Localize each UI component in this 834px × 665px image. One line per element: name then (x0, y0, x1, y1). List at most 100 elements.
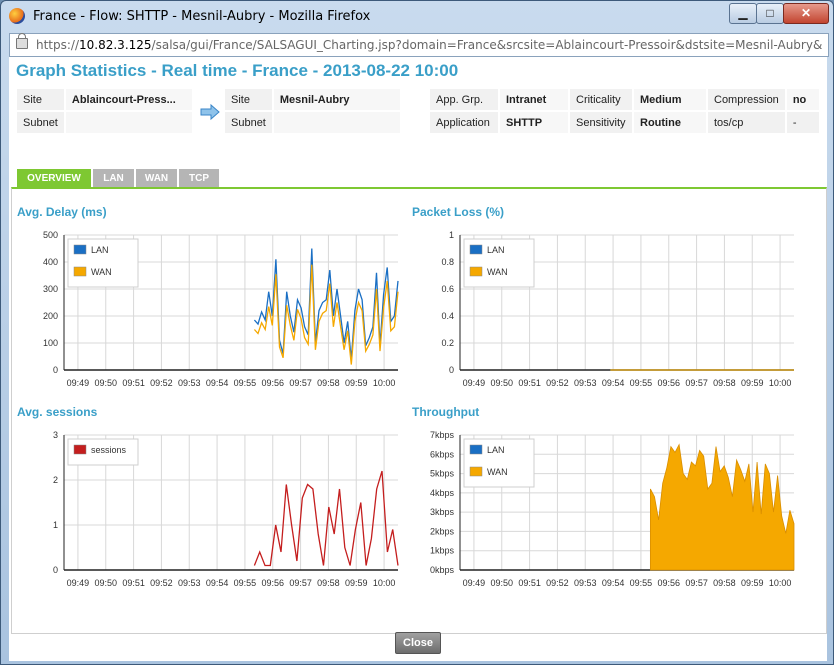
url-text[interactable]: https://10.82.3.125/salsa/gui/France/SAL… (36, 38, 822, 52)
x-tick-label: 09:50 (490, 578, 513, 588)
y-tick-label: 4kbps (430, 488, 455, 498)
compression-value: no (786, 89, 819, 110)
window-title: France - Flow: SHTTP - Mesnil-Aubry - Mo… (33, 9, 371, 24)
y-tick-label: 7kbps (430, 430, 455, 440)
tab-overview[interactable]: OVERVIEW (17, 169, 91, 189)
tab-wan[interactable]: WAN (136, 169, 177, 189)
address-bar[interactable]: https://10.82.3.125/salsa/gui/France/SAL… (9, 33, 829, 57)
sensitivity-value: Routine (634, 112, 706, 133)
y-tick-label: 200 (43, 311, 58, 321)
source-subnet-label: Subnet (17, 112, 64, 133)
legend-swatch-sessions (73, 444, 87, 455)
x-tick-label: 09:50 (94, 578, 117, 588)
tab-lan[interactable]: LAN (93, 169, 134, 189)
x-tick-label: 09:51 (518, 578, 541, 588)
y-tick-label: 300 (43, 284, 58, 294)
minimize-button[interactable]: ▁ (729, 3, 757, 24)
dest-subnet-label: Subnet (225, 112, 272, 133)
x-tick-label: 09:53 (178, 378, 201, 388)
x-tick-label: 10:00 (769, 578, 792, 588)
source-subnet-value (65, 112, 192, 133)
loss-chart-title: Packet Loss (%) (412, 205, 505, 219)
x-tick-label: 09:56 (657, 378, 680, 388)
x-tick-label: 09:51 (122, 578, 145, 588)
x-tick-label: 09:54 (602, 378, 625, 388)
y-tick-label: 6kbps (430, 449, 455, 459)
x-tick-label: 09:55 (630, 378, 653, 388)
source-site-value: Ablaincourt-Press... (65, 89, 192, 110)
legend-swatch-wan (469, 466, 483, 477)
x-tick-label: 09:54 (602, 578, 625, 588)
lock-icon (16, 33, 28, 49)
x-tick-label: 10:00 (769, 378, 792, 388)
y-tick-label: 400 (43, 257, 58, 267)
y-tick-label: 0 (53, 565, 58, 575)
dest-site-value: Mesnil-Aubry (273, 89, 400, 110)
legend-label-sessions: sessions (91, 445, 127, 455)
sessions-chart: 0 1 2 3 09:49 09:50 09:51 09:52 09:53 09:54 09:55 0… (53, 430, 399, 588)
title-bar[interactable]: France - Flow: SHTTP - Mesnil-Aubry - Mo… (1, 1, 833, 31)
x-tick-label: 09:51 (122, 378, 145, 388)
close-window-button[interactable]: ✕ (783, 3, 829, 24)
y-tick-label: 2kbps (430, 526, 455, 536)
browser-window: France - Flow: SHTTP - Mesnil-Aubry - Mo… (0, 0, 834, 665)
y-tick-label: 0.8 (441, 257, 454, 267)
flow-info: App. Grp. Intranet Criticality Medium Co… (428, 87, 821, 135)
application-label: Application (430, 112, 498, 133)
x-tick-label: 09:49 (67, 578, 90, 588)
y-tick-label: 2 (53, 475, 58, 485)
sensitivity-label: Sensitivity (570, 112, 632, 133)
delay-chart: 0 100 200 300 400 500 09:49 09:50 09:51 09:52 09:5… (43, 230, 399, 388)
legend-label-lan: LAN (91, 245, 109, 255)
x-tick-label: 09:55 (234, 578, 257, 588)
legend-swatch-wan (469, 266, 483, 277)
tab-tcp[interactable]: TCP (179, 169, 219, 189)
y-tick-label: 1 (53, 520, 58, 530)
page-content: Graph Statistics - Real time - France - … (9, 57, 827, 661)
series-wan-area (649, 443, 795, 571)
x-tick-label: 09:53 (574, 578, 597, 588)
legend-swatch-wan (73, 266, 87, 277)
toscp-label: tos/cp (708, 112, 785, 133)
x-tick-label: 09:50 (490, 378, 513, 388)
source-site-label: Site (17, 89, 64, 110)
y-tick-label: 3 (53, 430, 58, 440)
series-sessions-line (253, 470, 399, 567)
legend-label-wan: WAN (487, 467, 508, 477)
url-host: 10.82.3.125 (79, 38, 152, 52)
criticality-label: Criticality (570, 89, 632, 110)
x-tick-label: 09:50 (94, 378, 117, 388)
legend-swatch-lan (73, 244, 87, 255)
direction-arrow-icon (200, 103, 220, 121)
x-tick-label: 09:51 (518, 378, 541, 388)
x-tick-label: 09:59 (741, 578, 764, 588)
url-prefix: https:// (36, 38, 80, 52)
y-tick-label: 3kbps (430, 507, 455, 517)
overview-panel: Avg. Delay (ms) Packet Loss (%) Avg. ses… (11, 187, 827, 634)
firefox-icon (9, 8, 25, 24)
x-tick-label: 09:55 (234, 378, 257, 388)
toscp-value: - (786, 112, 819, 133)
x-tick-label: 09:58 (317, 378, 340, 388)
x-tick-label: 09:58 (713, 578, 736, 588)
x-tick-label: 09:49 (463, 378, 486, 388)
app-grp-label: App. Grp. (430, 89, 498, 110)
x-tick-label: 09:54 (206, 578, 229, 588)
close-button[interactable]: Close (395, 632, 441, 654)
dest-subnet-value (273, 112, 400, 133)
throughput-chart: 0kbps 1kbps 2kbps 3kbps 4kbps 5kbps 6kbps 7kbps… (430, 430, 795, 588)
x-tick-label: 09:56 (261, 578, 284, 588)
x-tick-label: 09:52 (546, 578, 569, 588)
x-tick-label: 09:57 (289, 578, 312, 588)
y-tick-label: 5kbps (430, 469, 455, 479)
x-tick-label: 09:55 (630, 578, 653, 588)
maximize-button[interactable]: □ (756, 3, 784, 24)
x-tick-label: 09:57 (289, 378, 312, 388)
y-tick-label: 500 (43, 230, 58, 240)
y-tick-label: 0kbps (430, 565, 455, 575)
legend-label-wan: WAN (91, 267, 112, 277)
y-tick-label: 1kbps (430, 546, 455, 556)
legend-label-lan: LAN (487, 445, 505, 455)
x-tick-label: 09:58 (713, 378, 736, 388)
x-tick-label: 09:54 (206, 378, 229, 388)
